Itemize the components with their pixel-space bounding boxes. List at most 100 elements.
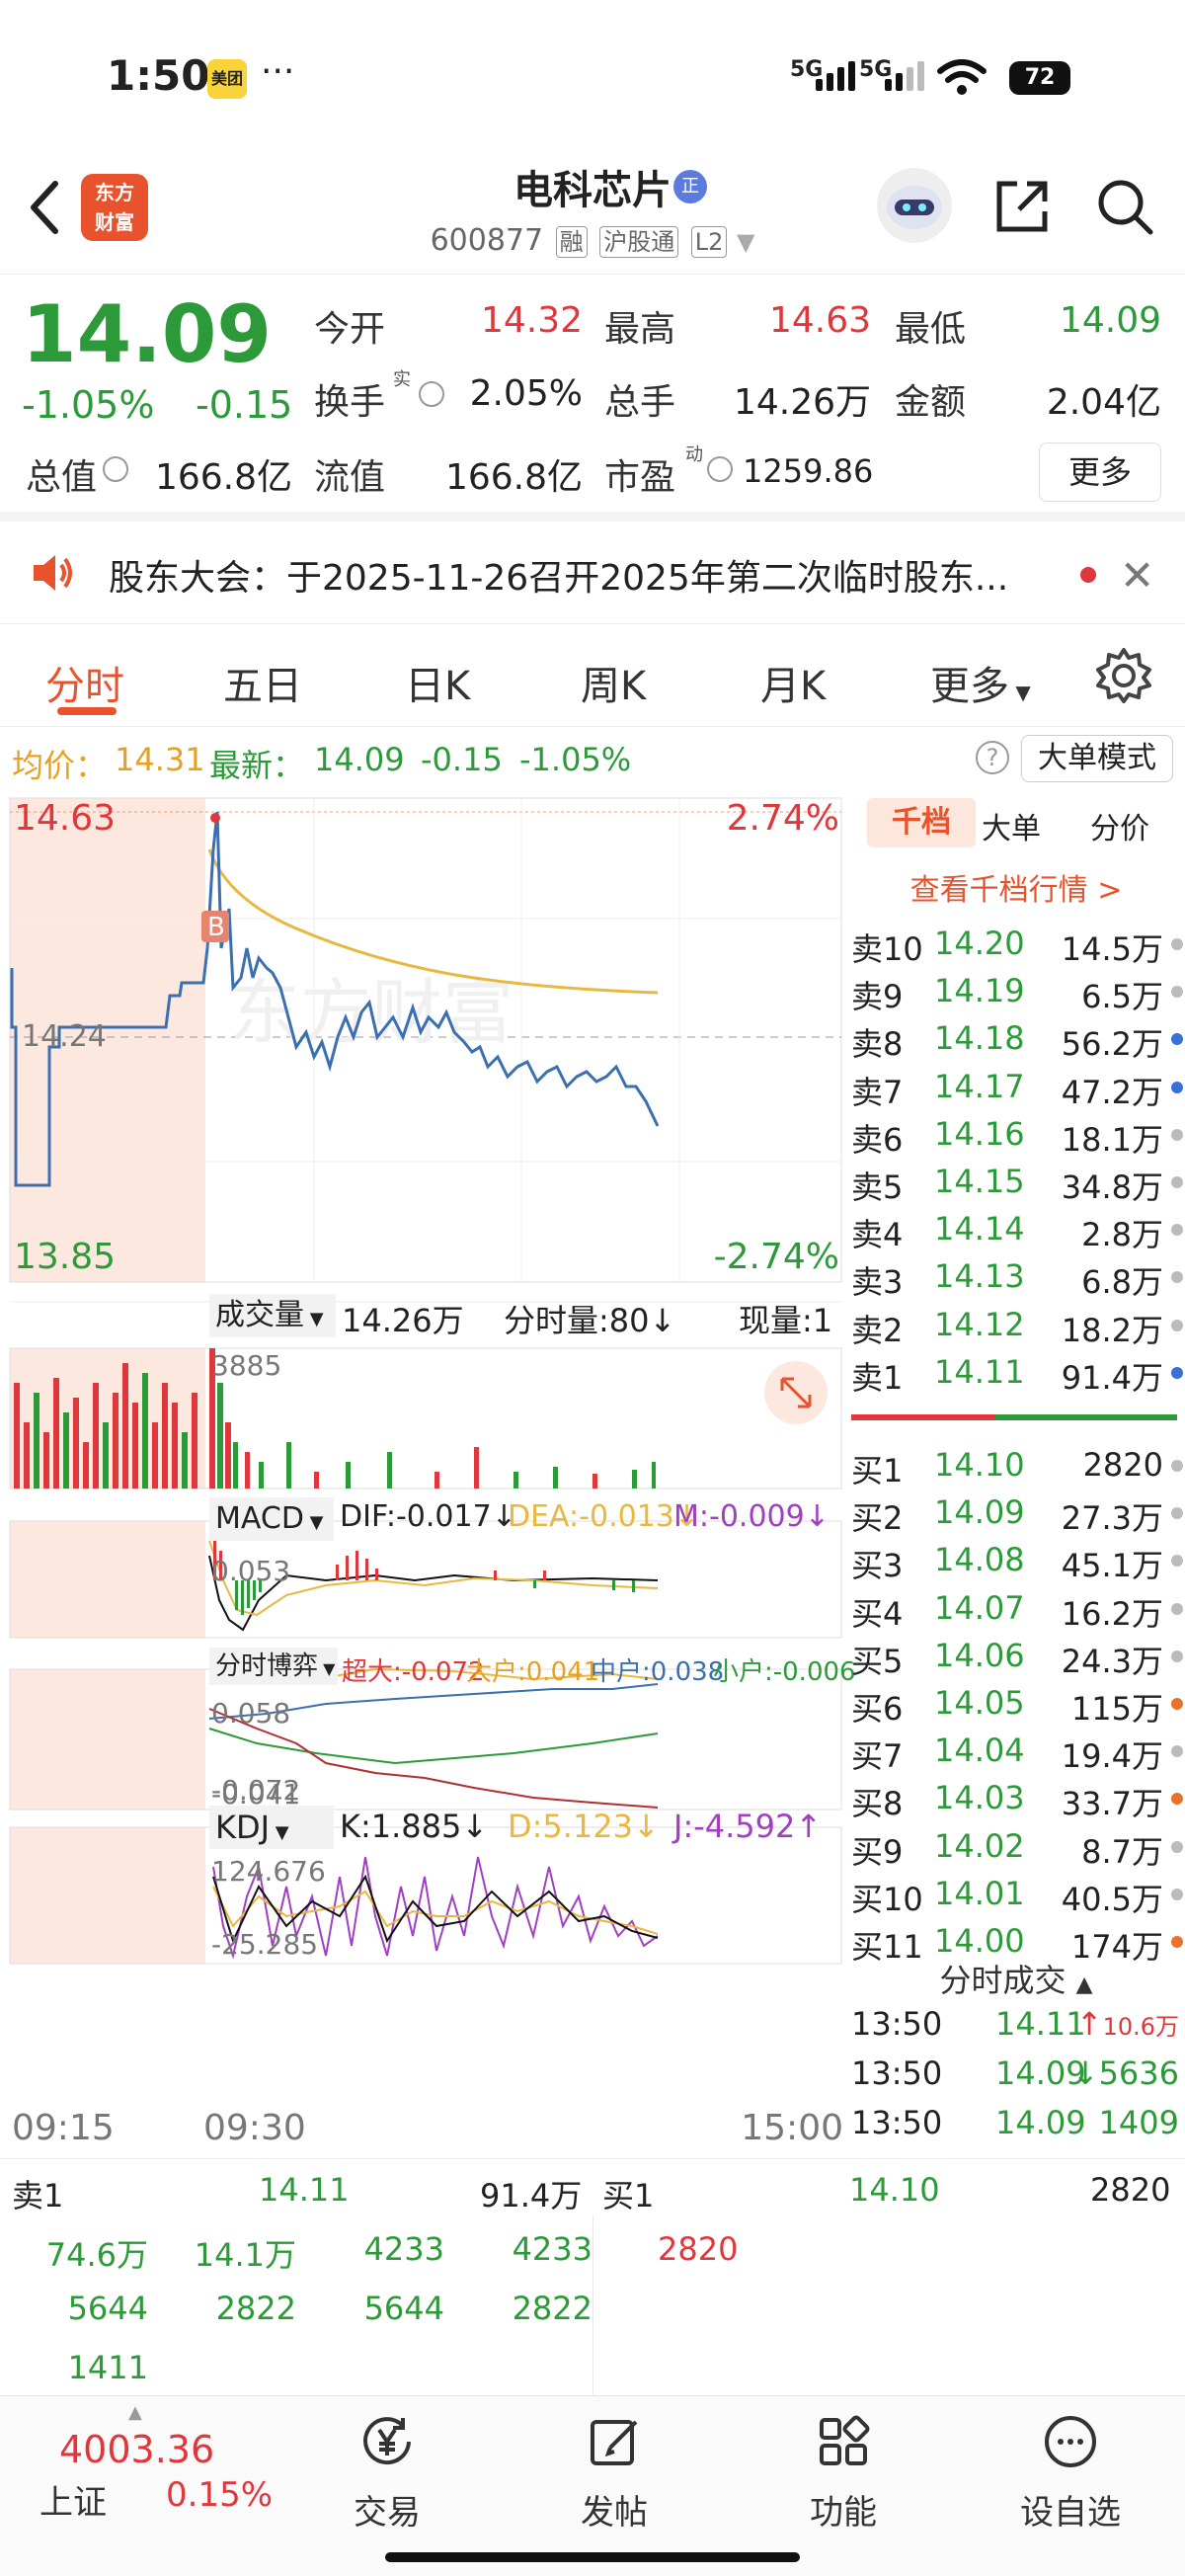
signal-bars-icon-2 (885, 61, 924, 91)
tab-more[interactable]: 更多 ▼ (930, 654, 1031, 711)
bid-row[interactable]: 买2 14.09 27.3万 (847, 1489, 1185, 1537)
level-price: 14.10 (934, 1446, 1025, 1484)
macd-dea: DEA:-0.013↓ (508, 1499, 700, 1534)
nav-post[interactable]: 发帖 (545, 2412, 683, 2534)
level-label: 买9 (851, 1832, 904, 1871)
volume-per-min: 分时量:80↓ (504, 1302, 676, 1339)
info-icon-3[interactable] (707, 456, 733, 482)
volume-label: 总手 (604, 382, 676, 423)
level-label: 卖3 (851, 1263, 904, 1302)
intraday-chart[interactable]: 东方财富 B 14.63 2.74% 14.24 13.85 -2.74% 成交… (0, 790, 856, 2158)
tab-monthly-k[interactable]: 月K (760, 654, 826, 711)
nav-trade[interactable]: 交易 (318, 2412, 456, 2534)
info-icon[interactable] (419, 381, 444, 407)
tab-five-day[interactable]: 五日 (223, 654, 302, 711)
level-dot-icon (1171, 1271, 1183, 1284)
tick-volume: 1409 (1098, 2104, 1179, 2141)
kdj-indicator-select[interactable]: KDJ ▼ (209, 1806, 334, 1849)
ask-row[interactable]: 卖6 14.16 18.1万 (847, 1111, 1185, 1159)
nav-functions[interactable]: 功能 (774, 2412, 912, 2534)
bid-row[interactable]: 买10 14.01 40.5万 (847, 1871, 1185, 1918)
ai-assistant-icon[interactable] (877, 168, 952, 243)
collapse-caret[interactable]: ▲ (128, 2402, 142, 2423)
ask-row[interactable]: 卖7 14.17 47.2万 (847, 1064, 1185, 1111)
index-percent[interactable]: 0.15% (166, 2475, 273, 2515)
macd-bars (235, 1580, 635, 1615)
ask-row[interactable]: 卖9 14.19 6.5万 (847, 968, 1185, 1015)
kdj-k: K:1.885↓ (340, 1808, 489, 1845)
sell-queue-item: 5644 (67, 2290, 148, 2327)
more-dots: ··· (261, 51, 295, 92)
level-price: 14.01 (934, 1874, 1025, 1912)
tab-thousand-level[interactable]: 千档 (867, 798, 976, 847)
queue-sell-price: 14.11 (259, 2171, 350, 2209)
bid-row[interactable]: 买9 14.02 8.7万 (847, 1823, 1185, 1871)
level-volume: 2.8万 (1081, 1216, 1163, 1254)
level-label: 买3 (851, 1547, 904, 1585)
share-icon[interactable] (991, 176, 1053, 237)
bid-row[interactable]: 买1 14.10 2820 (847, 1442, 1185, 1489)
tab-price-split[interactable]: 分价 (1090, 804, 1149, 847)
queue-buy-price: 14.10 (849, 2171, 940, 2209)
mcap-value: 166.8亿 (154, 457, 292, 498)
help-icon[interactable]: ? (976, 741, 1009, 774)
tab-daily-k[interactable]: 日K (405, 654, 470, 711)
ask-row[interactable]: 卖3 14.13 6.8万 (847, 1253, 1185, 1301)
big-order-mode-button[interactable]: 大单模式 (1021, 735, 1173, 782)
close-icon[interactable]: ✕ (1120, 551, 1154, 600)
book-divider (851, 1414, 1177, 1420)
float-value: 166.8亿 (444, 457, 583, 498)
index-value[interactable]: 4003.36 (59, 2428, 214, 2471)
game-indicator-select[interactable]: 分时博弈 ▼ (209, 1648, 338, 1685)
bid-row[interactable]: 买5 14.06 24.3万 (847, 1633, 1185, 1680)
tab-big-order[interactable]: 大单 (982, 804, 1041, 847)
info-icon-2[interactable] (103, 456, 128, 482)
level-dot-icon (1171, 1319, 1183, 1331)
bid-row[interactable]: 买6 14.05 115万 (847, 1680, 1185, 1728)
tab-intraday[interactable]: 分时 (45, 654, 124, 711)
tick-price: 14.11 (995, 2005, 1086, 2043)
bid-row[interactable]: 买3 14.08 45.1万 (847, 1537, 1185, 1584)
view-thousand-level-link[interactable]: 查看千档行情 > (847, 865, 1185, 909)
ask-row[interactable]: 卖4 14.14 2.8万 (847, 1206, 1185, 1253)
level-volume: 27.3万 (1061, 1499, 1163, 1538)
ask-row[interactable]: 卖2 14.12 18.2万 (847, 1302, 1185, 1349)
bid-row[interactable]: 买4 14.07 16.2万 (847, 1585, 1185, 1633)
bid-row[interactable]: 买8 14.03 33.7万 (847, 1775, 1185, 1822)
ticks-header[interactable]: 分时成交 ▲ (847, 1956, 1185, 2001)
tab-weekly-k[interactable]: 周K (581, 654, 646, 711)
level-volume: 14.5万 (1061, 930, 1163, 968)
more-button[interactable]: 更多 (1039, 443, 1161, 502)
volume-indicator-select[interactable]: 成交量 ▼ (209, 1294, 336, 1337)
index-name[interactable]: 上证 (40, 2475, 107, 2524)
search-icon[interactable] (1094, 176, 1155, 237)
mcap-label: 总值 (26, 457, 98, 498)
bid-row[interactable]: 买7 14.04 19.4万 (847, 1728, 1185, 1775)
ask-row[interactable]: 卖1 14.11 91.4万 (847, 1349, 1185, 1397)
tab-underline (57, 707, 117, 715)
level-dot-icon (1171, 1793, 1183, 1806)
gear-icon[interactable] (1094, 646, 1153, 705)
ask-row[interactable]: 卖10 14.20 14.5万 (847, 921, 1185, 968)
grid-icon (820, 2415, 870, 2465)
latest-label: 最新： (209, 747, 305, 784)
time-end: 15:00 (741, 2108, 843, 2148)
pct-low-label: -2.74% (713, 1237, 839, 1277)
queue-sell-vol: 91.4万 (480, 2177, 583, 2214)
dropdown-icon[interactable]: ▼ (737, 228, 754, 256)
notice-bar[interactable]: 股东大会：于2025-11-26召开2025年第二次临时股东... ✕ (0, 522, 1185, 624)
latest-value: 14.09 (314, 741, 405, 778)
level-dot-icon (1171, 1840, 1183, 1853)
nav-add-watchlist[interactable]: 设自选 (1001, 2412, 1140, 2534)
connect-tag: 沪股通 (599, 226, 679, 258)
level-price: 14.04 (934, 1731, 1025, 1770)
level-dot-icon (1171, 1507, 1183, 1520)
level-dot-icon (1171, 1128, 1183, 1141)
ask-row[interactable]: 卖5 14.15 34.8万 (847, 1159, 1185, 1206)
ask-row[interactable]: 卖8 14.18 56.2万 (847, 1015, 1185, 1063)
macd-indicator-select[interactable]: MACD ▼ (209, 1497, 334, 1541)
edit-icon (591, 2420, 638, 2465)
amount-value: 2.04亿 (1046, 382, 1161, 423)
buy-marker: B (207, 913, 225, 942)
turnover-sup: 实 (393, 369, 411, 390)
